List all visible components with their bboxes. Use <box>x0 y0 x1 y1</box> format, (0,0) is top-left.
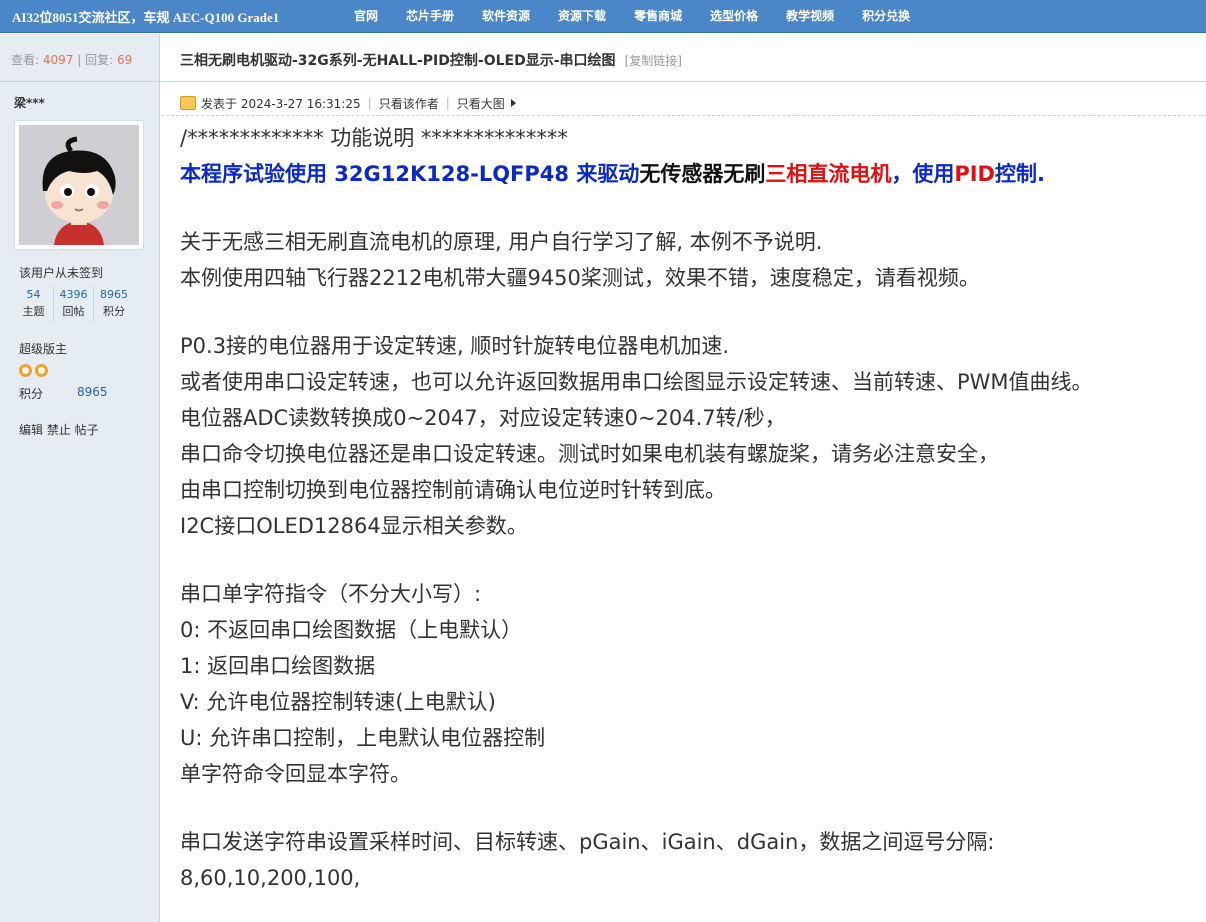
content-line: V: 允许电位器控制转速(上电默认) <box>180 690 496 714</box>
nav-datasheets[interactable]: 芯片手册 <box>392 0 468 33</box>
avatar[interactable] <box>14 120 144 250</box>
highlight-red-text: 三相直流电机 <box>765 162 892 186</box>
user-points: 积分 8965 <box>0 377 159 402</box>
site-title[interactable]: AI32位8051交流社区，车规 AEC-Q100 Grade1 <box>0 7 340 26</box>
highlight-blue-text: ，使用 <box>891 162 955 186</box>
post-title: 三相无刷电机驱动-32G系列-无HALL-PID控制-OLED显示-串口绘图 <box>180 53 616 69</box>
user-stat-threads[interactable]: 54 主题 <box>14 286 54 322</box>
play-triangle-icon[interactable] <box>510 99 516 107</box>
replies-count: 69 <box>117 53 133 67</box>
user-rank[interactable]: 超级版主 <box>0 322 159 357</box>
content-line: 0: 不返回串口绘图数据（上电默认） <box>180 618 523 642</box>
author-sidebar: 查看: 4097 | 回复: 69 梁*** 该用户从未签到 54 主题 439… <box>0 34 160 922</box>
content-line: 串口发送字符串设置采样时间、目标转速、pGain、iGain、dGain，数据之… <box>180 830 995 854</box>
content-line: P0.3接的电位器用于设定转速, 顺时针旋转电位器电机加速. <box>180 334 730 358</box>
author-username[interactable]: 梁*** <box>0 82 159 120</box>
only-big-image-link[interactable]: 只看大图 <box>457 95 505 112</box>
nav-shop[interactable]: 零售商城 <box>620 0 696 33</box>
only-author-link[interactable]: 只看该作者 <box>379 95 439 112</box>
replies-label: 回复: <box>85 53 114 67</box>
content-blank-line <box>180 296 1206 328</box>
content-line: /************* 功能说明 ************** <box>180 126 568 150</box>
cartoon-face-icon <box>19 125 139 245</box>
highlight-blue-text: 本程序试验使用 32G12K128-LQFP48 来驱动 <box>180 162 640 186</box>
content-line: 本例使用四轴飞行器2212电机带大疆9450桨测试，效果不错，速度稳定，请看视频… <box>180 266 980 290</box>
nav-downloads[interactable]: 资源下载 <box>544 0 620 33</box>
nav-pricing[interactable]: 选型价格 <box>696 0 772 33</box>
content-line: I2C接口OLED12864显示相关参数。 <box>180 514 528 538</box>
meta-separator: | <box>445 96 450 110</box>
content-line: 电位器ADC读数转换成0~2047，对应设定转速0~204.7转/秒， <box>180 406 786 430</box>
content-line: 由串口控制切换到电位器控制前请确认电位逆时针转到底。 <box>180 478 726 502</box>
stats-separator: | <box>77 53 82 67</box>
content-blank-line <box>180 544 1206 576</box>
content-line: 关于无感三相无刷直流电机的原理, 用户自行学习了解, 本例不予说明. <box>180 230 823 254</box>
content-line: U: 允许串口控制，上电默认电位器控制 <box>180 726 546 750</box>
content-line: 串口命令切换电位器还是串口设定转速。测试时如果电机装有螺旋桨，请务必注意安全， <box>180 442 999 466</box>
content-line: 单字符命令回显本字符。 <box>180 762 411 786</box>
content-line: 或者使用串口设定转速，也可以允许返回数据用串口绘图显示设定转速、当前转速、PWM… <box>180 370 1093 394</box>
post-title-row: 三相无刷电机驱动-32G系列-无HALL-PID控制-OLED显示-串口绘图 [… <box>161 34 1206 82</box>
user-stat-points[interactable]: 8965 积分 <box>94 286 134 322</box>
post-main: 三相无刷电机驱动-32G系列-无HALL-PID控制-OLED显示-串口绘图 [… <box>161 34 1206 922</box>
nav-official-site[interactable]: 官网 <box>340 0 392 33</box>
highlight-red-text: PID <box>954 162 995 186</box>
user-stat-label: 积分 <box>103 305 125 318</box>
user-stat-label: 主题 <box>22 305 45 318</box>
rank-star-icon <box>35 364 48 377</box>
nav-software[interactable]: 软件资源 <box>468 0 544 33</box>
user-stats: 54 主题 4396 回帖 8965 积分 <box>0 286 159 322</box>
post-date: 发表于 2024-3-27 16:31:25 <box>201 96 361 111</box>
user-stat-value: 4396 <box>59 288 88 301</box>
thread-stats: 查看: 4097 | 回复: 69 <box>0 34 159 82</box>
rank-star-icon <box>19 364 32 377</box>
top-nav-bar: AI32位8051交流社区，车规 AEC-Q100 Grade1 官网 芯片手册… <box>0 0 1206 33</box>
highlight-blue-text: 控制. <box>994 162 1045 186</box>
content-line: 1: 返回串口绘图数据 <box>180 654 376 678</box>
checkin-status: 该用户从未签到 <box>19 266 104 280</box>
post-content: /************* 功能说明 ************** 本程序试验… <box>161 120 1206 896</box>
post-meta: 发表于 2024-3-27 16:31:25 | 只看该作者 | 只看大图 <box>161 82 1206 116</box>
content-line: 串口单字符指令（不分大小写）: <box>180 582 482 606</box>
content-blank-line <box>180 192 1206 224</box>
admin-links[interactable]: 编辑 禁止 帖子 <box>0 402 159 438</box>
highlight-black-text: 无传感器无刷 <box>639 162 766 186</box>
user-stat-value: 8965 <box>100 288 128 301</box>
user-stat-label: 回帖 <box>62 305 85 318</box>
points-label: 积分 <box>19 387 44 401</box>
copy-link-button[interactable]: [复制链接] <box>625 54 682 68</box>
meta-separator: | <box>367 96 372 110</box>
nav-videos[interactable]: 教学视频 <box>772 0 848 33</box>
user-stat-value: 54 <box>26 288 41 301</box>
nav-points-exchange[interactable]: 积分兑换 <box>848 0 924 33</box>
user-stat-posts[interactable]: 4396 回帖 <box>54 286 94 322</box>
rank-stars <box>0 357 159 377</box>
content-highlight-line: 本程序试验使用 32G12K128-LQFP48 来驱动无传感器无刷三相直流电机… <box>180 156 1206 192</box>
points-value: 8965 <box>77 385 108 399</box>
content-blank-line <box>180 792 1206 824</box>
online-status-icon <box>180 96 196 110</box>
avatar-image <box>19 125 139 245</box>
views-label: 查看: <box>11 53 40 67</box>
views-count: 4097 <box>42 53 74 67</box>
content-line: 8,60,10,200,100, <box>180 866 361 890</box>
